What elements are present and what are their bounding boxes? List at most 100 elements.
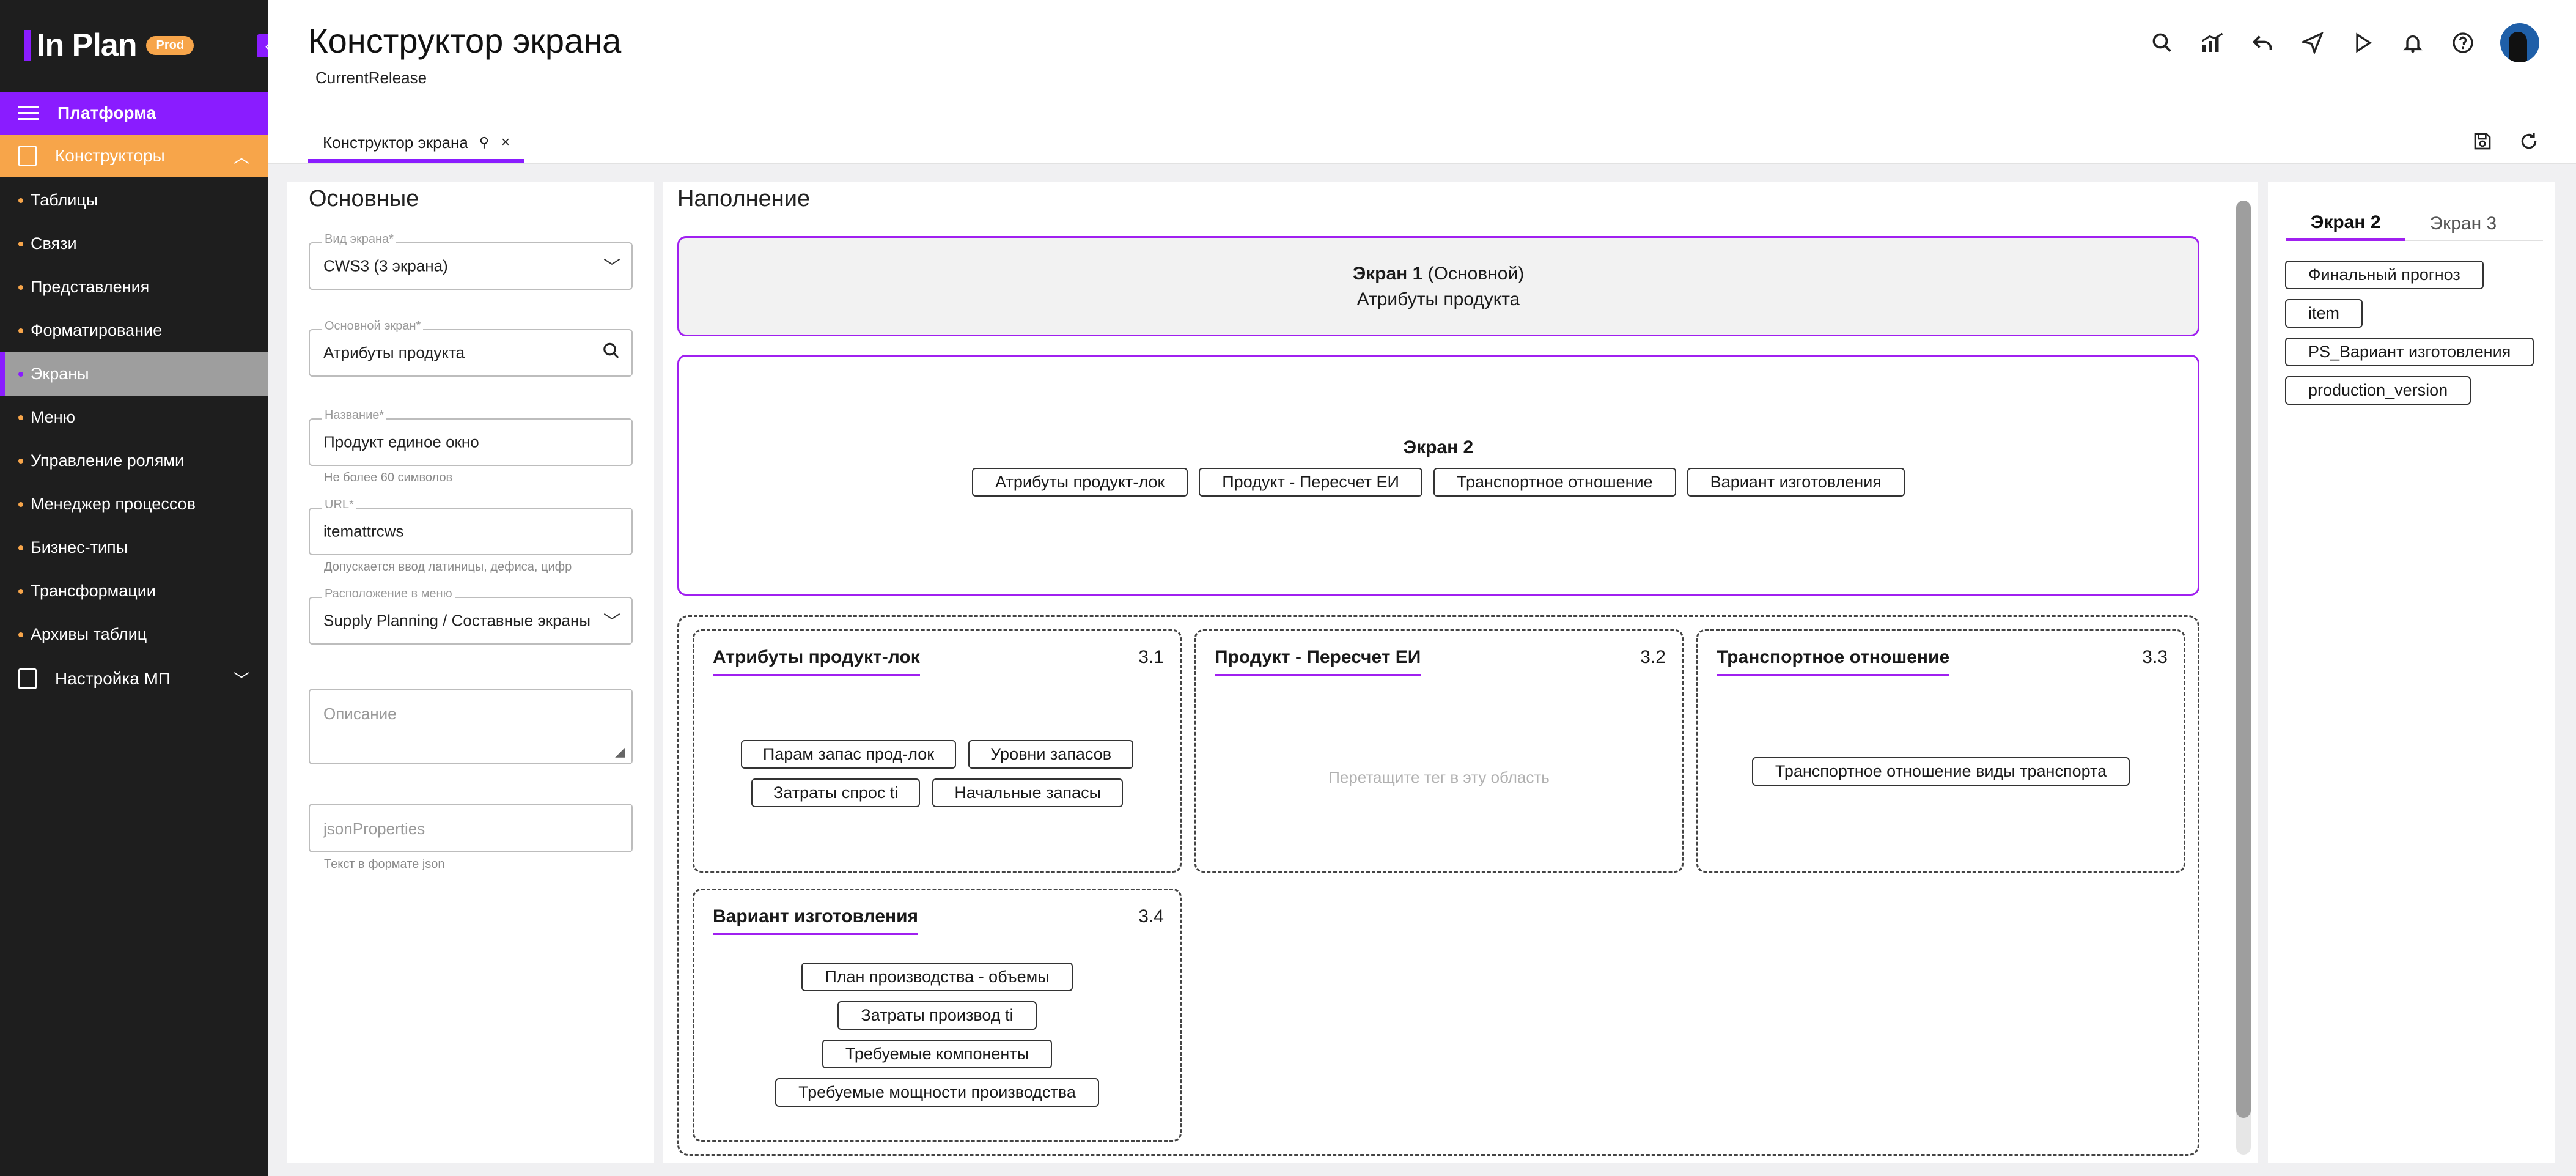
bell-icon[interactable] [2400, 30, 2426, 56]
header-divider [268, 163, 2576, 164]
document-icon [18, 668, 37, 689]
screen-1-dropzone[interactable]: Экран 1 (Основной) Атрибуты продукта [677, 236, 2199, 336]
chevron-down-icon: ﹀ [233, 670, 249, 689]
sidebar-item-process-manager[interactable]: Менеджер процессов [0, 483, 268, 526]
tag-chip[interactable]: Транспортное отношение [1433, 468, 1676, 497]
tag-chip[interactable]: Затраты спрос ti [751, 778, 921, 807]
field-placeholder: jsonProperties [323, 819, 425, 838]
sidebar-item-label: Связи [31, 234, 77, 253]
tag-chip[interactable]: Парам запас прод-лок [740, 740, 957, 769]
sidebar-item-links[interactable]: Связи [0, 222, 268, 265]
sidebar-item-views[interactable]: Представления [0, 265, 268, 309]
analytics-icon[interactable] [2199, 30, 2225, 56]
sidebar-item-platform[interactable]: Платформа [0, 92, 268, 135]
scrollbar-thumb[interactable] [2236, 201, 2251, 1118]
tag-chip[interactable]: production_version [2285, 376, 2471, 405]
sidebar-item-constructors[interactable]: Конструкторы ︿ [0, 135, 268, 177]
sidebar: In Plan Prod Платформа Конструкторы ︿ Та… [0, 0, 268, 1176]
sub-screen-number: 3.4 [1138, 906, 1164, 926]
chevron-down-icon: ﹀ [603, 257, 620, 276]
tag-chip[interactable]: Транспортное отношение виды транспорта [1751, 757, 2130, 786]
sub-screen-3-3[interactable]: Транспортное отношение 3.3 Транспортное … [1696, 629, 2185, 873]
field-label: Название* [322, 409, 387, 423]
bullet-icon [18, 371, 23, 377]
sidebar-item-screens[interactable]: Экраны [0, 352, 268, 396]
play-icon[interactable] [2350, 30, 2375, 56]
main-screen-field[interactable]: Основной экран* Атрибуты продукта [309, 319, 633, 377]
sidebar-item-label: Бизнес-типы [31, 538, 128, 557]
sub-screen-number: 3.3 [2142, 647, 2168, 667]
screen-2-title: Экран 2 [1403, 437, 1474, 457]
sidebar-item-tables[interactable]: Таблицы [0, 179, 268, 222]
sub-screen-3-4[interactable]: Вариант изготовления 3.4 План производст… [693, 889, 1182, 1142]
screen-1-subtitle: Атрибуты продукта [1356, 289, 1520, 309]
screen-3-container: Атрибуты продукт-лок 3.1 Парам запас про… [677, 615, 2199, 1156]
sidebar-item-formatting[interactable]: Форматирование [0, 309, 268, 352]
bullet-icon [18, 241, 23, 246]
env-badge: Prod [146, 35, 194, 55]
user-avatar[interactable] [2500, 23, 2539, 62]
sidebar-item-label: Меню [31, 408, 75, 426]
close-tab-icon[interactable]: × [501, 134, 510, 151]
sub-screen-3-2[interactable]: Продукт - Пересчет ЕИ 3.2 Перетащите тег… [1194, 629, 1684, 873]
document-icon [18, 146, 37, 166]
tag-chip[interactable]: План производства - объемы [801, 963, 1073, 991]
field-value: itemattrcws [323, 522, 404, 541]
tag-chip[interactable]: PS_Вариант изготовления [2285, 338, 2534, 366]
tag-chip[interactable]: Уровни запасов [968, 740, 1134, 769]
app-logo[interactable]: In Plan Prod [24, 27, 194, 64]
field-label: Вид экрана* [322, 232, 396, 246]
field-placeholder: Описание [323, 704, 397, 723]
sidebar-item-table-archives[interactable]: Архивы таблиц [0, 613, 268, 656]
screen-type-select[interactable]: Вид экрана* CWS3 (3 экрана) ﹀ [309, 232, 633, 290]
tab-screen-3[interactable]: Экран 3 [2405, 207, 2522, 241]
sub-screen-tags: Транспортное отношение виды транспорта [1698, 757, 2184, 786]
tag-chip[interactable]: Требуемые мощности производства [775, 1078, 1099, 1107]
json-properties-field[interactable]: jsonProperties [309, 804, 633, 852]
page-title: Конструктор экрана [308, 21, 622, 60]
tag-chip[interactable]: item [2285, 299, 2363, 328]
bullet-icon [18, 328, 23, 333]
tag-chip[interactable]: Продукт - Пересчет ЕИ [1199, 468, 1422, 497]
header: Конструктор экрана CurrentRelease Констр… [268, 0, 2576, 164]
undo-icon[interactable] [2250, 30, 2275, 56]
screen-suffix: (Основной) [1427, 264, 1525, 284]
sub-screen-tags: Парам запас прод-лок Уровни запасов Затр… [694, 740, 1180, 807]
tab-label: Конструктор экрана [323, 133, 468, 152]
save-icon[interactable] [2470, 128, 2495, 154]
sub-screen-3-1[interactable]: Атрибуты продукт-лок 3.1 Парам запас про… [693, 629, 1182, 873]
pin-icon[interactable]: ⚲ [479, 135, 489, 150]
resize-handle-icon[interactable]: ◢ [615, 744, 625, 760]
screen-2-dropzone[interactable]: Экран 2 Атрибуты продукт-лок Продукт - П… [677, 355, 2199, 596]
sidebar-item-business-types[interactable]: Бизнес-типы [0, 526, 268, 569]
tag-chip[interactable]: Требуемые компоненты [822, 1040, 1053, 1068]
tag-chip[interactable]: Вариант изготовления [1687, 468, 1905, 497]
sidebar-item-transformations[interactable]: Трансформации [0, 569, 268, 613]
section-title-main: Основные [309, 186, 419, 212]
field-value: Supply Planning / Составные экраны [323, 611, 591, 630]
search-icon[interactable] [2149, 30, 2175, 56]
tab-screen-constructor[interactable]: Конструктор экрана ⚲ × [308, 126, 524, 163]
menu-location-select[interactable]: Расположение в меню Supply Planning / Со… [309, 587, 633, 645]
help-icon[interactable] [2450, 30, 2476, 56]
tag-chip[interactable]: Начальные запасы [932, 778, 1124, 807]
url-field[interactable]: URL* itemattrcws [309, 498, 633, 555]
field-value: Атрибуты продукта [323, 343, 465, 362]
sidebar-item-label: Настройка МП [55, 669, 171, 688]
refresh-icon[interactable] [2516, 128, 2542, 154]
tab-screen-2[interactable]: Экран 2 [2286, 207, 2405, 241]
tag-chip[interactable]: Финальный прогноз [2285, 261, 2484, 289]
sidebar-item-menu[interactable]: Меню [0, 396, 268, 439]
sidebar-item-roles[interactable]: Управление ролями [0, 439, 268, 483]
hamburger-icon [18, 102, 39, 124]
send-icon[interactable] [2300, 30, 2325, 56]
vertical-scrollbar[interactable] [2236, 201, 2251, 1155]
tag-chip[interactable]: Затраты производ ti [837, 1001, 1037, 1030]
sub-screen-title: Атрибуты продукт-лок [713, 647, 920, 676]
sidebar-item-mp-settings[interactable]: Настройка МП ﹀ [0, 657, 268, 700]
name-field[interactable]: Название* Продукт единое окно [309, 409, 633, 466]
release-label: CurrentRelease [315, 68, 427, 87]
description-textarea[interactable]: Описание ◢ [309, 689, 633, 764]
search-icon[interactable] [602, 342, 620, 364]
tag-chip[interactable]: Атрибуты продукт-лок [972, 468, 1188, 497]
